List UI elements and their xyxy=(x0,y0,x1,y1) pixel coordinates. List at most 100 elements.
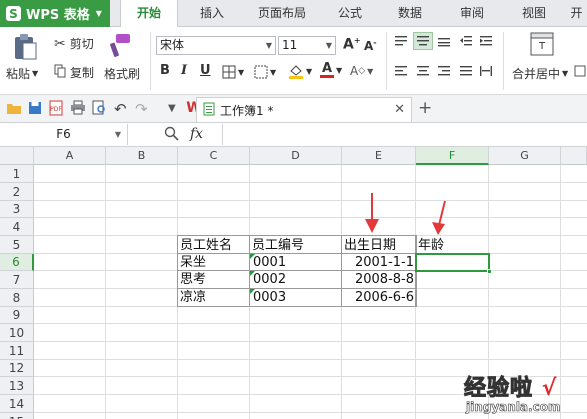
save-icon[interactable] xyxy=(28,101,42,115)
align-bottom-icon[interactable] xyxy=(437,35,451,47)
cell-c7[interactable]: 思考 xyxy=(180,271,206,288)
cell-e7[interactable]: 2008-8-8 xyxy=(342,271,414,288)
cell-e5[interactable]: 出生日期 xyxy=(344,237,396,254)
column-header-c[interactable]: C xyxy=(178,147,250,165)
watermark-url: jingyanla.com xyxy=(466,400,561,415)
cell-style-icon[interactable]: ▼ xyxy=(254,65,276,79)
column-header-d[interactable]: D xyxy=(250,147,342,165)
cell-d7[interactable]: 0002 xyxy=(253,271,286,288)
close-icon[interactable]: ✕ xyxy=(394,102,405,117)
zoom-formula-icon[interactable] xyxy=(164,126,179,141)
document-title: 工作簿1 * xyxy=(220,103,274,118)
row-header-4[interactable]: 4 xyxy=(0,218,34,236)
cut-label: 剪切 xyxy=(69,37,94,51)
row-header-7[interactable]: 7 xyxy=(0,271,34,289)
merge-center-button[interactable]: 合并居中 ▼ xyxy=(512,65,568,82)
tab-data[interactable]: 数据 xyxy=(388,0,432,27)
more-ribbon-icon[interactable] xyxy=(574,65,586,77)
bold-icon[interactable]: B xyxy=(160,63,170,78)
distributed-align-icon[interactable] xyxy=(479,65,493,77)
row-header-3[interactable]: 3 xyxy=(0,201,34,218)
select-all-corner[interactable] xyxy=(0,147,34,165)
row-header-8[interactable]: 8 xyxy=(0,289,34,307)
cell-d5[interactable]: 员工编号 xyxy=(252,237,304,254)
redo-icon[interactable]: ↷ xyxy=(135,100,148,118)
print-preview-icon[interactable] xyxy=(92,100,107,115)
tab-document[interactable]: 工作簿1 * ✕ xyxy=(196,97,412,122)
new-tab-icon[interactable]: + xyxy=(418,98,432,118)
formula-input[interactable] xyxy=(222,124,587,145)
italic-icon[interactable]: I xyxy=(181,63,187,78)
paste-icon[interactable] xyxy=(12,33,38,61)
align-top-icon[interactable] xyxy=(394,35,408,47)
row-header-2[interactable]: 2 xyxy=(0,183,34,201)
row-header-14[interactable]: 14 xyxy=(0,395,34,413)
tab-insert[interactable]: 插入 xyxy=(190,0,234,27)
ribbon-separator xyxy=(150,32,151,90)
export-pdf-icon[interactable]: PDF xyxy=(49,100,63,116)
indent-decrease-icon[interactable] xyxy=(459,35,473,47)
tab-view[interactable]: 视图 xyxy=(512,0,556,27)
row-header-11[interactable]: 11 xyxy=(0,342,34,360)
row-header-15[interactable]: 15 xyxy=(0,413,34,419)
format-painter-icon[interactable] xyxy=(108,33,132,59)
align-left-icon[interactable] xyxy=(394,65,408,77)
align-center-icon[interactable] xyxy=(416,65,430,77)
font-name-select[interactable]: 宋体 ▼ xyxy=(156,36,276,55)
cell-d8[interactable]: 0003 xyxy=(253,289,286,306)
column-header-a[interactable]: A xyxy=(34,147,106,165)
grid-line xyxy=(34,359,587,360)
justify-icon[interactable] xyxy=(459,65,473,77)
row-header-6[interactable]: 6 xyxy=(0,254,34,271)
tab-review[interactable]: 审阅 xyxy=(450,0,494,27)
cell-e8[interactable]: 2006-6-6 xyxy=(342,289,414,306)
row-header-12[interactable]: 12 xyxy=(0,360,34,377)
decrease-font-icon[interactable]: A- xyxy=(364,38,377,53)
format-painter-button[interactable]: 格式刷 xyxy=(104,65,140,82)
cell-c8[interactable]: 凉凉 xyxy=(180,289,206,306)
name-box[interactable]: F6 ▼ xyxy=(0,124,128,145)
merge-center-icon[interactable]: T xyxy=(530,32,554,56)
row-header-10[interactable]: 10 xyxy=(0,324,34,342)
align-middle-icon[interactable] xyxy=(413,32,433,50)
tab-formula[interactable]: 公式 xyxy=(328,0,372,27)
cell-e6[interactable]: 2001-1-1 xyxy=(342,254,414,271)
align-right-icon[interactable] xyxy=(437,65,451,77)
tab-page-layout[interactable]: 页面布局 xyxy=(250,0,314,27)
column-header-h[interactable] xyxy=(561,147,587,165)
watermark: 经验啦 √ jingyanla.com xyxy=(462,368,587,419)
indent-increase-icon[interactable] xyxy=(479,35,493,47)
cell-d6[interactable]: 0001 xyxy=(253,254,286,271)
active-cell-f6[interactable] xyxy=(415,253,492,274)
column-header-b[interactable]: B xyxy=(106,147,178,165)
clear-format-icon[interactable]: A ◇ ▼ xyxy=(350,64,373,78)
row-header-13[interactable]: 13 xyxy=(0,377,34,395)
row-header-1[interactable]: 1 xyxy=(0,165,34,183)
cell-f5[interactable]: 年龄 xyxy=(418,237,444,254)
fill-color-icon[interactable]: ▼ xyxy=(288,63,312,80)
cell-c5[interactable]: 员工姓名 xyxy=(180,237,232,254)
open-folder-icon[interactable] xyxy=(6,101,22,115)
function-icon[interactable]: fx xyxy=(190,126,203,142)
column-header-f[interactable]: F xyxy=(416,147,489,165)
font-color-icon[interactable]: A ▼ xyxy=(320,62,342,78)
customize-qat-icon[interactable]: ▼ xyxy=(168,103,176,114)
tab-home[interactable]: 开始 xyxy=(120,0,178,28)
font-size-select[interactable]: 11 ▼ xyxy=(278,36,336,55)
row-header-9[interactable]: 9 xyxy=(0,307,34,324)
copy-button[interactable]: 复制 xyxy=(54,64,94,81)
print-icon[interactable] xyxy=(70,100,86,115)
undo-icon[interactable]: ↶ xyxy=(114,100,127,118)
column-header-e[interactable]: E xyxy=(342,147,416,165)
app-menu-button[interactable]: S WPS 表格 ▼ xyxy=(0,0,110,27)
cut-button[interactable]: ✂ 剪切 xyxy=(54,35,94,52)
cell-c6[interactable]: 呆坐 xyxy=(180,254,206,271)
row-header-5[interactable]: 5 xyxy=(0,236,34,254)
column-header-g[interactable]: G xyxy=(489,147,561,165)
underline-icon[interactable]: U xyxy=(200,63,211,78)
fill-handle[interactable] xyxy=(487,269,492,274)
paste-button[interactable]: 粘贴 ▼ xyxy=(6,65,38,82)
increase-font-icon[interactable]: A+ xyxy=(343,36,361,53)
tab-more[interactable]: 开 xyxy=(566,0,587,27)
border-icon[interactable]: ▼ xyxy=(222,65,244,79)
